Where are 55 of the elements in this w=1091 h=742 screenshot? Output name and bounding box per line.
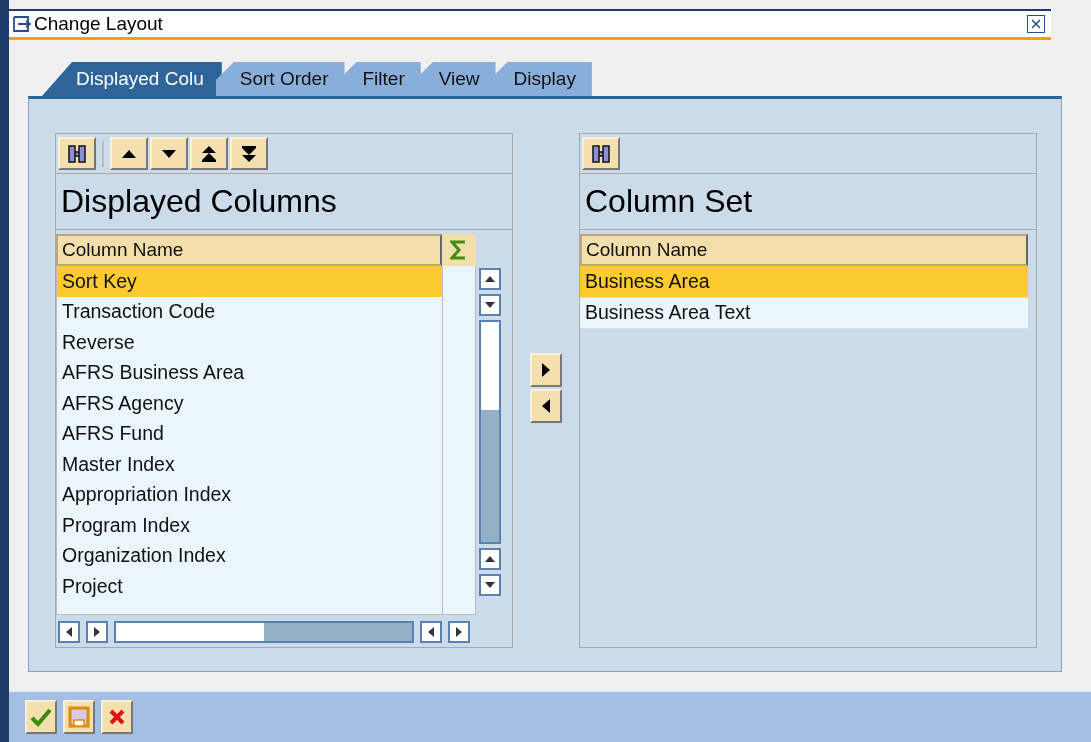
- close-button[interactable]: [1027, 15, 1045, 33]
- column-header[interactable]: Column Name: [56, 234, 442, 266]
- tab[interactable]: Sort Order: [215, 62, 345, 96]
- cancel-button[interactable]: [101, 700, 133, 734]
- move-up-button[interactable]: [110, 137, 148, 170]
- scroll-up-button[interactable]: [479, 268, 501, 290]
- binoculars-icon: [66, 142, 88, 165]
- right-arrow-icon: [456, 627, 462, 637]
- pane-title: Displayed Columns: [56, 174, 512, 230]
- move-bottom-button[interactable]: [230, 137, 268, 170]
- find-button[interactable]: [582, 137, 620, 170]
- find-button[interactable]: [58, 137, 96, 170]
- double-up-arrow-icon: [201, 144, 217, 163]
- down-arrow-icon: [161, 147, 177, 160]
- up-arrow-icon: [485, 276, 495, 282]
- left-arrow-icon: [428, 627, 434, 637]
- move-down-button[interactable]: [150, 137, 188, 170]
- sigma-icon: [450, 240, 468, 260]
- double-down-arrow-icon: [241, 144, 257, 163]
- binoculars-icon: [590, 142, 612, 165]
- scroll-left-button[interactable]: [420, 621, 442, 643]
- add-column-button[interactable]: [530, 353, 562, 387]
- left-arrow-icon: [66, 627, 72, 637]
- scroll-left-button[interactable]: [58, 621, 80, 643]
- scrollbar-thumb[interactable]: [264, 623, 412, 641]
- confirm-button[interactable]: [25, 700, 57, 734]
- scroll-right-button[interactable]: [448, 621, 470, 643]
- left-arrow-icon: [541, 398, 551, 414]
- close-icon: [107, 707, 127, 727]
- tab[interactable]: Displayed Colu: [42, 62, 222, 96]
- save-icon: [68, 706, 90, 728]
- right-arrow-icon: [94, 627, 100, 637]
- list-row[interactable]: Sort Key: [57, 266, 442, 297]
- window-title: Change Layout: [34, 13, 163, 35]
- move-top-button[interactable]: [190, 137, 228, 170]
- scroll-right-button[interactable]: [86, 621, 108, 643]
- checkmark-icon: [30, 707, 52, 727]
- pane-title: Column Set: [580, 174, 1036, 230]
- close-icon: [1030, 18, 1042, 30]
- list-row[interactable]: Business Area: [580, 266, 1028, 298]
- vertical-scrollbar[interactable]: [479, 320, 501, 544]
- down-arrow-icon: [485, 582, 495, 588]
- scrollbar-thumb[interactable]: [481, 410, 499, 542]
- up-arrow-icon: [485, 556, 495, 562]
- scroll-down-button[interactable]: [479, 294, 501, 316]
- save-button[interactable]: [63, 700, 95, 734]
- right-arrow-icon: [541, 362, 551, 378]
- column-header[interactable]: Column Name: [580, 234, 1028, 266]
- list-row[interactable]: Business Area Text: [580, 297, 1028, 329]
- horizontal-scrollbar[interactable]: [114, 621, 414, 643]
- window-icon: [12, 15, 32, 33]
- down-arrow-icon: [485, 302, 495, 308]
- scroll-down-button[interactable]: [479, 574, 501, 596]
- remove-column-button[interactable]: [530, 389, 562, 423]
- scroll-up-button[interactable]: [479, 548, 501, 570]
